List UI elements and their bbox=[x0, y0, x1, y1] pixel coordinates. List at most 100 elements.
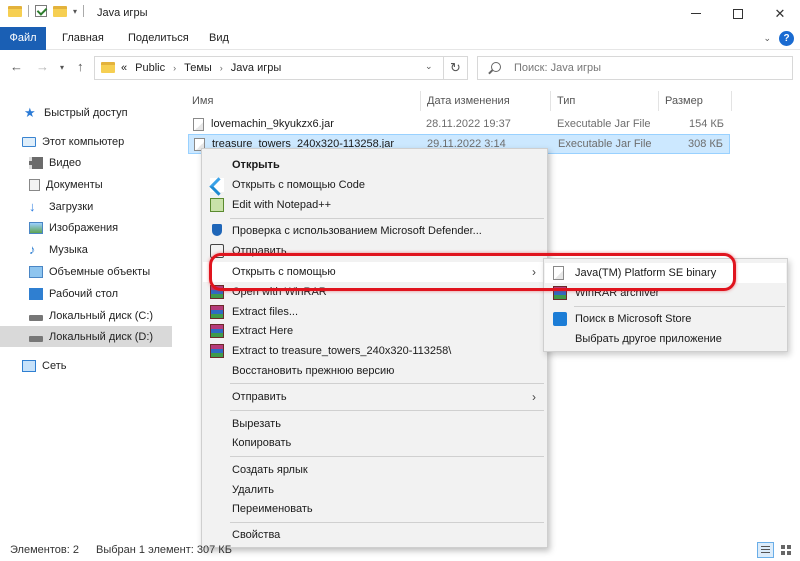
menu-send-to[interactable]: Отправить › bbox=[203, 387, 546, 407]
ribbon-tabs: Файл Главная Поделиться Вид ⌄ ? bbox=[0, 27, 800, 50]
new-folder-icon[interactable] bbox=[53, 5, 67, 17]
tab-file[interactable]: Файл bbox=[0, 27, 46, 50]
file-size: 308 КБ bbox=[687, 138, 723, 150]
menu-copy[interactable]: Копировать bbox=[203, 433, 546, 453]
customize-toolbar-icon[interactable]: ▾ bbox=[73, 7, 77, 16]
back-arrow-icon[interactable]: ← bbox=[10, 59, 23, 74]
breadcrumb-themes[interactable]: Темы bbox=[184, 62, 212, 74]
address-bar[interactable]: « Public › Темы › Java игры ⌄ bbox=[94, 56, 444, 80]
search-placeholder: Поиск: Java игры bbox=[514, 62, 602, 74]
close-button[interactable]: ✕ bbox=[760, 0, 800, 27]
nav-desktop[interactable]: Рабочий стол bbox=[29, 283, 201, 304]
properties-icon[interactable] bbox=[35, 5, 47, 17]
chevron-right-icon: › bbox=[532, 265, 536, 279]
submenu-java-platform[interactable]: Java(TM) Platform SE binary bbox=[545, 263, 786, 283]
menu-defender-scan[interactable]: Проверка с использованием Microsoft Defe… bbox=[203, 221, 546, 241]
chevron-down-icon[interactable]: ⌄ bbox=[425, 61, 433, 72]
file-row[interactable]: lovemachin_9kyukzx6.jar 28.11.2022 19:37… bbox=[188, 115, 730, 135]
winrar-icon bbox=[210, 305, 224, 319]
column-header-date[interactable]: Дата изменения bbox=[427, 92, 510, 112]
toolbar-separator bbox=[83, 5, 85, 17]
minimize-button[interactable] bbox=[676, 0, 716, 27]
column-divider[interactable] bbox=[658, 91, 659, 111]
breadcrumb-java-games[interactable]: Java игры bbox=[231, 62, 281, 74]
large-icons-view-icon[interactable] bbox=[778, 542, 795, 558]
menu-item-label: Проверка с использованием Microsoft Defe… bbox=[232, 225, 482, 237]
nav-videos[interactable]: Видео bbox=[29, 152, 201, 173]
column-divider[interactable] bbox=[550, 91, 551, 111]
nav-item-label: Локальный диск (D:) bbox=[49, 330, 154, 343]
column-divider[interactable] bbox=[731, 91, 732, 111]
nav-item-label: Видео bbox=[49, 156, 82, 169]
menu-item-label: Открыть с помощью Code bbox=[232, 179, 365, 191]
desktop-icon bbox=[29, 287, 43, 300]
menu-extract-files[interactable]: Extract files... bbox=[203, 302, 546, 322]
breadcrumb-public[interactable]: Public bbox=[135, 62, 165, 74]
nav-drive-d[interactable]: Локальный диск (D:) bbox=[0, 326, 172, 347]
menu-open-with[interactable]: Открыть с помощью › bbox=[203, 262, 546, 282]
nav-quick-access[interactable]: ★ Быстрый доступ bbox=[24, 102, 196, 123]
share-icon bbox=[210, 244, 224, 258]
menu-edit-notepadpp[interactable]: Edit with Notepad++ bbox=[203, 195, 546, 215]
breadcrumb-overflow[interactable]: « bbox=[121, 62, 127, 74]
quick-access-toolbar: ▾ bbox=[8, 5, 85, 17]
chevron-right-icon[interactable]: › bbox=[173, 63, 176, 73]
menu-create-shortcut[interactable]: Создать ярлык bbox=[203, 460, 546, 480]
menu-separator bbox=[230, 456, 544, 457]
forward-arrow-icon[interactable]: → bbox=[36, 59, 49, 74]
menu-separator bbox=[230, 218, 544, 219]
refresh-icon: ↻ bbox=[450, 60, 461, 75]
expand-ribbon-icon[interactable]: ⌄ bbox=[763, 33, 771, 44]
menu-open-winrar[interactable]: Open with WinRAR bbox=[203, 282, 546, 302]
recent-locations-icon[interactable]: ▾ bbox=[60, 63, 64, 72]
column-header-type[interactable]: Тип bbox=[557, 92, 575, 112]
menu-item-label: Копировать bbox=[232, 437, 292, 449]
nav-drive-c[interactable]: Локальный диск (C:) bbox=[29, 305, 201, 326]
submenu-choose-app[interactable]: Выбрать другое приложение bbox=[545, 329, 786, 349]
file-size: 154 КБ bbox=[688, 118, 724, 130]
nav-3d-objects[interactable]: Объемные объекты bbox=[29, 261, 201, 282]
nav-music[interactable]: ♪ Музыка bbox=[29, 239, 201, 260]
refresh-button[interactable]: ↻ bbox=[444, 56, 468, 80]
nav-network[interactable]: Сеть bbox=[22, 355, 194, 376]
menu-rename[interactable]: Переименовать bbox=[203, 499, 546, 519]
navigation-pane: ★ Быстрый доступ Этот компьютер Видео До… bbox=[0, 92, 178, 522]
nav-item-label: Изображения bbox=[49, 221, 119, 234]
submenu-ms-store[interactable]: Поиск в Microsoft Store bbox=[545, 309, 786, 329]
menu-extract-here[interactable]: Extract Here bbox=[203, 321, 546, 341]
chevron-right-icon[interactable]: › bbox=[220, 63, 223, 73]
menu-item-label: Открыть с помощью bbox=[232, 266, 336, 278]
menu-open-with-code[interactable]: Открыть с помощью Code bbox=[203, 175, 546, 195]
window-title: Java игры bbox=[97, 7, 148, 19]
nav-downloads[interactable]: ↓ Загрузки bbox=[29, 196, 201, 217]
column-header-name[interactable]: Имя bbox=[192, 92, 213, 112]
nav-documents[interactable]: Документы bbox=[29, 174, 201, 195]
menu-extract-to[interactable]: Extract to treasure_towers_240x320-11325… bbox=[203, 341, 546, 361]
search-input[interactable]: Поиск: Java игры bbox=[477, 56, 793, 80]
menu-restore-previous[interactable]: Восстановить прежнюю версию bbox=[203, 361, 546, 381]
nav-pictures[interactable]: Изображения bbox=[29, 217, 201, 238]
menu-delete[interactable]: Удалить bbox=[203, 480, 546, 500]
tab-home[interactable]: Главная bbox=[62, 27, 104, 50]
column-divider[interactable] bbox=[420, 91, 421, 111]
details-view-icon[interactable] bbox=[757, 542, 774, 558]
menu-item-label: Extract files... bbox=[232, 306, 299, 318]
tab-share[interactable]: Поделиться bbox=[128, 27, 189, 50]
nav-item-label: Объемные объекты bbox=[49, 265, 151, 278]
column-header-size[interactable]: Размер bbox=[665, 92, 703, 112]
vscode-icon bbox=[210, 178, 224, 192]
nav-item-label: Этот компьютер bbox=[42, 135, 125, 148]
up-arrow-icon[interactable]: ↑ bbox=[77, 59, 84, 74]
menu-item-label: Open with WinRAR bbox=[232, 286, 327, 298]
menu-cut[interactable]: Вырезать bbox=[203, 414, 546, 434]
submenu-winrar[interactable]: WinRAR archiver bbox=[545, 283, 786, 303]
maximize-button[interactable] bbox=[718, 0, 758, 27]
nav-this-pc[interactable]: Этот компьютер bbox=[22, 131, 194, 152]
help-icon[interactable]: ? bbox=[779, 31, 794, 46]
music-icon: ♪ bbox=[29, 241, 36, 257]
context-menu: Открыть Открыть с помощью Code Edit with… bbox=[201, 148, 548, 548]
menu-share[interactable]: Отправить bbox=[203, 241, 546, 261]
menu-open[interactable]: Открыть bbox=[203, 155, 546, 175]
tab-view[interactable]: Вид bbox=[209, 27, 229, 50]
3d-objects-icon bbox=[29, 265, 43, 278]
